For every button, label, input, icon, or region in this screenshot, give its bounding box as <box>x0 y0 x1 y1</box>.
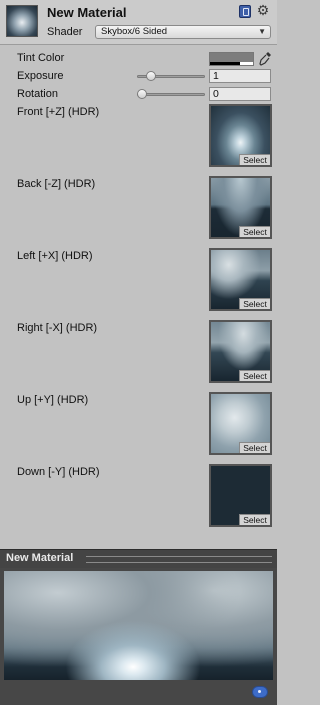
shader-dropdown-value: Skybox/6 Sided <box>101 26 168 37</box>
asset-label-tag-icon[interactable] <box>252 686 268 698</box>
shader-dropdown[interactable]: Skybox/6 Sided ▼ <box>95 25 271 39</box>
select-button-back[interactable]: Select <box>239 226 270 237</box>
material-header: New Material ⚙ Shader Skybox/6 Sided ▼ <box>0 0 277 45</box>
material-name: New Material <box>47 5 127 20</box>
tint-alpha-fill <box>210 62 240 65</box>
select-button-right[interactable]: Select <box>239 370 270 381</box>
rotation-field[interactable]: 0 <box>209 87 271 101</box>
rotation-slider-track[interactable] <box>137 93 205 96</box>
eyedropper-icon[interactable] <box>258 51 272 67</box>
skybox-preview-image[interactable] <box>4 571 273 680</box>
chevron-down-icon: ▼ <box>258 27 266 36</box>
exposure-slider-thumb[interactable] <box>146 71 157 81</box>
help-book-icon[interactable] <box>239 5 251 18</box>
preview-area[interactable] <box>0 568 277 705</box>
gear-icon[interactable]: ⚙ <box>256 3 270 17</box>
material-thumbnail <box>6 5 38 37</box>
select-button-up[interactable]: Select <box>239 442 270 453</box>
texture-slot-left[interactable]: Select <box>209 248 272 311</box>
texture-slot-down[interactable]: Select <box>209 464 272 527</box>
tint-color-label: Tint Color <box>17 52 65 64</box>
texture-slot-front[interactable]: Select <box>209 104 272 167</box>
preview-title: New Material <box>6 552 74 564</box>
select-button-down[interactable]: Select <box>239 514 270 525</box>
texture-label-down: Down [-Y] (HDR) <box>17 466 100 478</box>
rotation-slider-thumb[interactable] <box>137 89 147 99</box>
texture-label-left: Left [+X] (HDR) <box>17 250 93 262</box>
preview-drag-grip[interactable] <box>86 556 272 563</box>
exposure-label: Exposure <box>17 70 64 82</box>
exposure-field[interactable]: 1 <box>209 69 271 83</box>
texture-label-front: Front [+Z] (HDR) <box>17 106 100 118</box>
rotation-label: Rotation <box>17 88 58 100</box>
preview-header[interactable]: New Material <box>0 549 277 568</box>
texture-label-right: Right [-X] (HDR) <box>17 322 98 334</box>
texture-label-back: Back [-Z] (HDR) <box>17 178 96 190</box>
texture-slot-right[interactable]: Select <box>209 320 272 383</box>
texture-label-up: Up [+Y] (HDR) <box>17 394 89 406</box>
shader-label: Shader <box>47 26 83 38</box>
select-button-front[interactable]: Select <box>239 154 270 165</box>
texture-slot-back[interactable]: Select <box>209 176 272 239</box>
select-button-left[interactable]: Select <box>239 298 270 309</box>
texture-slot-up[interactable]: Select <box>209 392 272 455</box>
tint-color-swatch[interactable] <box>209 52 254 66</box>
